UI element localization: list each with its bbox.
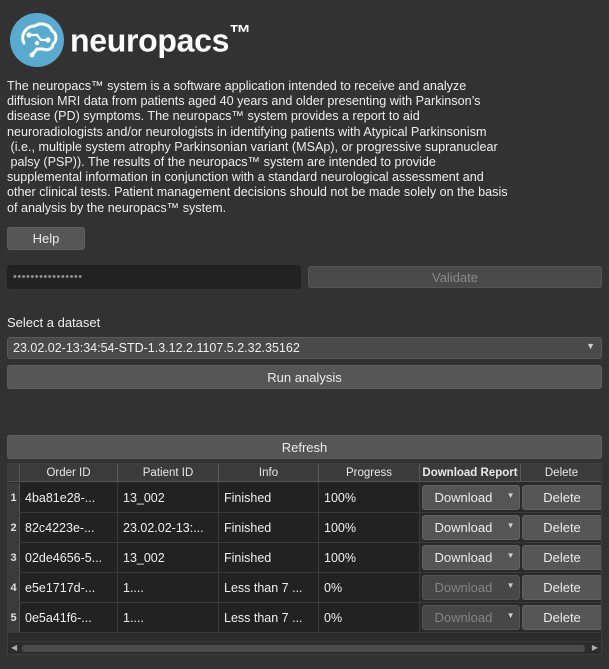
- cell-order-id[interactable]: 0e5a41f6-...: [20, 603, 118, 632]
- download-label: Download: [434, 520, 493, 535]
- app-title: neuropacs™: [70, 20, 251, 59]
- cell-progress[interactable]: 0%: [319, 603, 420, 632]
- cell-info[interactable]: Finished: [219, 543, 319, 572]
- column-header-order-id[interactable]: Order ID: [20, 464, 118, 481]
- row-number: 2: [8, 513, 20, 542]
- product-description: The neuropacs™ system is a software appl…: [7, 79, 508, 215]
- table-row[interactable]: 3 02de4656-5... 13_002 Finished 100% Download…: [8, 543, 601, 573]
- table-row[interactable]: 2 82c4223e-... 23.02.02-13:... Finished 100%…: [8, 513, 601, 543]
- cell-order-id[interactable]: 4ba81e28-...: [20, 483, 118, 512]
- cell-progress[interactable]: 100%: [319, 513, 420, 542]
- chevron-down-icon[interactable]: ▼: [507, 611, 515, 620]
- cell-patient-id[interactable]: 1....: [118, 603, 219, 632]
- cell-download: Download ▼: [420, 573, 521, 602]
- download-label: Download: [434, 580, 493, 595]
- delete-button[interactable]: Delete: [521, 485, 601, 510]
- brain-circuit-icon: [10, 13, 64, 67]
- cell-download: Download ▼: [420, 513, 521, 542]
- table-row[interactable]: 1 4ba81e28-... 13_002 Finished 100% Download ▼…: [8, 483, 601, 513]
- column-header-progress[interactable]: Progress: [319, 464, 420, 481]
- download-report-button[interactable]: Download ▼: [421, 515, 520, 540]
- cell-order-id[interactable]: 82c4223e-...: [20, 513, 118, 542]
- cell-delete: Delete: [521, 603, 601, 632]
- cell-progress[interactable]: 100%: [319, 483, 420, 512]
- help-button[interactable]: Help: [7, 227, 85, 250]
- delete-button[interactable]: Delete: [521, 605, 601, 630]
- row-number: 3: [8, 543, 20, 572]
- download-report-button[interactable]: Download ▼: [421, 485, 520, 510]
- download-report-button[interactable]: Download ▼: [421, 545, 520, 570]
- scrollbar-thumb[interactable]: [22, 645, 585, 652]
- chevron-down-icon: ▼: [586, 341, 595, 351]
- cell-download: Download ▼: [420, 603, 521, 632]
- validate-button[interactable]: Validate: [308, 266, 602, 288]
- cell-download: Download ▼: [420, 543, 521, 572]
- download-report-button[interactable]: Download ▼: [421, 575, 520, 600]
- column-header-download-report[interactable]: Download Report: [420, 464, 521, 481]
- cell-order-id[interactable]: e5e1717d-...: [20, 573, 118, 602]
- cell-info[interactable]: Finished: [219, 513, 319, 542]
- table-row[interactable]: 5 0e5a41f6-... 1.... Less than 7 ... 0% Downl…: [8, 603, 601, 633]
- chevron-down-icon[interactable]: ▼: [507, 491, 515, 500]
- cell-patient-id[interactable]: 13_002: [118, 483, 219, 512]
- cell-patient-id[interactable]: 1....: [118, 573, 219, 602]
- cell-delete: Delete: [521, 513, 601, 542]
- app-header: neuropacs™: [10, 12, 251, 68]
- table-header: Order ID Patient ID Info Progress Downlo…: [8, 464, 601, 482]
- row-number: 5: [8, 603, 20, 632]
- column-header-info[interactable]: Info: [219, 464, 319, 481]
- row-number: 1: [8, 483, 20, 512]
- cell-download: Download ▼: [420, 483, 521, 512]
- delete-button[interactable]: Delete: [521, 575, 601, 600]
- download-label: Download: [434, 550, 493, 565]
- chevron-down-icon[interactable]: ▼: [507, 551, 515, 560]
- scroll-right-icon[interactable]: ▶: [592, 643, 598, 652]
- horizontal-scrollbar[interactable]: ◀ ▶: [8, 641, 601, 654]
- cell-info[interactable]: Less than 7 ...: [219, 603, 319, 632]
- cell-order-id[interactable]: 02de4656-5...: [20, 543, 118, 572]
- run-analysis-button[interactable]: Run analysis: [7, 365, 602, 389]
- table-row[interactable]: 4 e5e1717d-... 1.... Less than 7 ... 0% Downl…: [8, 573, 601, 603]
- column-header-patient-id[interactable]: Patient ID: [118, 464, 219, 481]
- cell-patient-id[interactable]: 23.02.02-13:...: [118, 513, 219, 542]
- orders-table: Order ID Patient ID Info Progress Downlo…: [7, 463, 602, 655]
- api-key-input[interactable]: ••••••••••••••••: [7, 265, 301, 289]
- cell-delete: Delete: [521, 483, 601, 512]
- cell-patient-id[interactable]: 13_002: [118, 543, 219, 572]
- chevron-down-icon[interactable]: ▼: [507, 581, 515, 590]
- cell-delete: Delete: [521, 543, 601, 572]
- cell-info[interactable]: Finished: [219, 483, 319, 512]
- download-label: Download: [434, 610, 493, 625]
- scroll-left-icon[interactable]: ◀: [11, 643, 17, 652]
- delete-button[interactable]: Delete: [521, 515, 601, 540]
- dataset-selected-value: 23.02.02-13:34:54-STD-1.3.12.2.1107.5.2.…: [13, 341, 300, 355]
- cell-delete: Delete: [521, 573, 601, 602]
- cell-progress[interactable]: 100%: [319, 543, 420, 572]
- column-header-delete[interactable]: Delete: [521, 464, 601, 481]
- delete-button[interactable]: Delete: [521, 545, 601, 570]
- dataset-select[interactable]: 23.02.02-13:34:54-STD-1.3.12.2.1107.5.2.…: [7, 337, 602, 359]
- dataset-label: Select a dataset: [7, 315, 101, 330]
- download-label: Download: [434, 490, 493, 505]
- download-report-button[interactable]: Download ▼: [421, 605, 520, 630]
- row-number: 4: [8, 573, 20, 602]
- corner-cell: [8, 464, 20, 481]
- chevron-down-icon[interactable]: ▼: [507, 521, 515, 530]
- cell-progress[interactable]: 0%: [319, 573, 420, 602]
- cell-info[interactable]: Less than 7 ...: [219, 573, 319, 602]
- refresh-button[interactable]: Refresh: [7, 435, 602, 459]
